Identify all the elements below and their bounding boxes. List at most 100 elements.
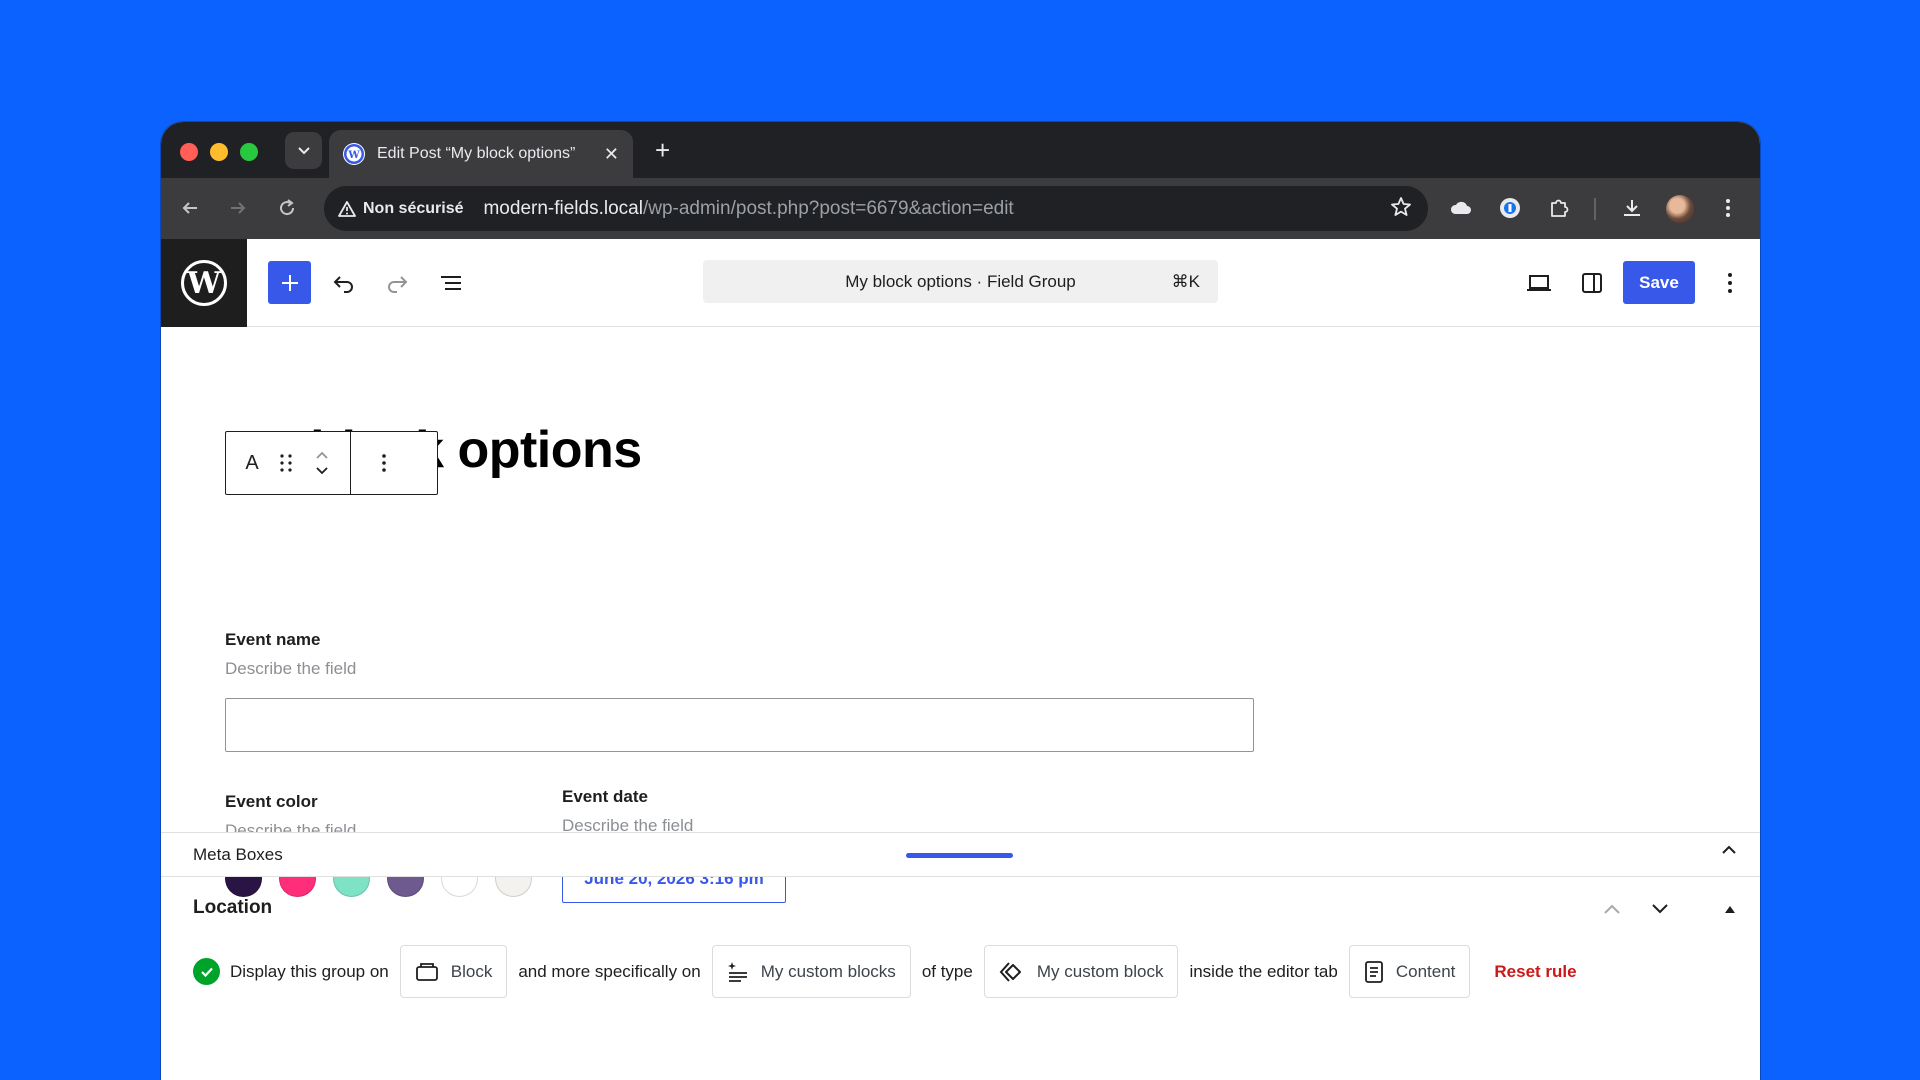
omnibox[interactable]: Non sécurisé modern-fields.local/wp-admi…: [324, 186, 1428, 231]
custom-blocks-chip-label: My custom blocks: [760, 961, 896, 981]
minimize-window-button[interactable]: [210, 143, 228, 161]
wordpress-favicon-icon: W: [343, 143, 365, 165]
block-options-button[interactable]: [351, 443, 416, 483]
triangle-up-icon: [1725, 906, 1735, 913]
command-palette-bar[interactable]: My block options · Field Group ⌘K: [703, 260, 1218, 303]
editor-toolbar: W My block options · Field Group ⌘K Save: [161, 239, 1760, 327]
block-toolbar-group: A: [226, 432, 351, 494]
close-tab-icon[interactable]: ✕: [604, 144, 619, 165]
more-vertical-icon: [1727, 272, 1732, 293]
svg-text:W: W: [347, 150, 360, 161]
chevron-up-icon: [1604, 904, 1620, 914]
custom-block-chip-label: My custom block: [1036, 961, 1164, 981]
forward-button[interactable]: [222, 192, 254, 224]
chevron-down-icon[interactable]: [314, 466, 330, 476]
drag-handle[interactable]: [268, 443, 304, 483]
address-bar: Non sécurisé modern-fields.local/wp-admi…: [161, 178, 1760, 239]
wordpress-logo-icon: W: [181, 260, 227, 306]
back-button[interactable]: [174, 192, 206, 224]
block-toolbar-group: [351, 432, 416, 494]
extensions-puzzle-icon[interactable]: [1543, 192, 1575, 224]
rule-text-more: and more specifically on: [518, 961, 701, 981]
chevron-up-icon[interactable]: [1720, 843, 1738, 861]
custom-blocks-icon: [727, 961, 747, 982]
content-tab-chip-label: Content: [1395, 961, 1456, 981]
redo-icon: [387, 275, 407, 293]
chevron-down-icon: [1652, 904, 1668, 914]
close-window-button[interactable]: [180, 143, 198, 161]
browser-tab-active[interactable]: W Edit Post “My block options” ✕: [329, 130, 633, 178]
wordpress-logo-button[interactable]: W: [161, 239, 247, 327]
extension-cloud-icon[interactable]: [1445, 192, 1477, 224]
arrow-right-icon: [231, 202, 246, 214]
new-tab-icon[interactable]: +: [655, 134, 670, 166]
warning-icon: [338, 200, 356, 217]
security-badge[interactable]: Non sécurisé: [338, 200, 463, 218]
event-color-label: Event color: [225, 792, 318, 811]
profile-avatar[interactable]: [1666, 195, 1694, 223]
document-overview-button[interactable]: [429, 261, 472, 304]
security-label: Non sécurisé: [363, 199, 464, 217]
location-rule-row: Display this group on Block and more spe…: [193, 945, 1577, 998]
save-button[interactable]: Save: [1623, 261, 1695, 304]
block-toolbar: A: [225, 431, 438, 495]
toggle-panel-button[interactable]: [1715, 894, 1745, 924]
options-menu-button[interactable]: [1708, 261, 1751, 304]
drag-handle-icon: [280, 454, 292, 472]
bookmark-star-icon[interactable]: [1390, 196, 1412, 223]
reload-icon: [280, 199, 295, 216]
move-up-button[interactable]: [1597, 894, 1627, 924]
meta-boxes-header[interactable]: Meta Boxes: [161, 832, 1760, 877]
event-name-input[interactable]: [225, 698, 1254, 752]
url-path: /wp-admin/post.php?post=6679&action=edit: [642, 197, 1014, 219]
document-title: My block options · Field Group: [845, 271, 1076, 291]
check-circle-icon: [193, 958, 220, 985]
event-date-label: Event date: [562, 787, 648, 806]
url-host: modern-fields.local: [483, 197, 643, 219]
content-tab-chip[interactable]: Content: [1348, 945, 1471, 998]
rule-text-of-type: of type: [921, 961, 973, 981]
tab-bar: W Edit Post “My block options” ✕ +: [161, 122, 1760, 178]
custom-blocks-chip[interactable]: My custom blocks: [711, 945, 911, 998]
editor-canvas: My block options A Event name Describe t…: [161, 328, 1760, 903]
desktop-icon: [1526, 274, 1551, 291]
command-shortcut: ⌘K: [1171, 271, 1200, 291]
custom-block-chip[interactable]: My custom block: [983, 945, 1179, 998]
move-down-button[interactable]: [1645, 894, 1675, 924]
browser-window: W Edit Post “My block options” ✕ + Non s…: [161, 122, 1760, 1080]
chevron-down-icon: [297, 146, 310, 154]
plus-icon: [281, 274, 298, 291]
settings-sidebar-button[interactable]: [1570, 261, 1613, 304]
location-panel-title[interactable]: Location: [193, 897, 272, 919]
document-icon: [1364, 960, 1383, 983]
browser-menu-icon[interactable]: [1712, 192, 1744, 224]
sidebar-icon: [1581, 272, 1602, 293]
block-type-button[interactable]: A: [236, 443, 268, 483]
block-mover[interactable]: [304, 443, 340, 483]
reload-button[interactable]: [271, 192, 303, 224]
block-chip-label: Block: [450, 961, 493, 981]
tab-search-button[interactable]: [285, 132, 322, 169]
tab-title: Edit Post “My block options”: [377, 145, 576, 162]
extension-password-icon[interactable]: [1494, 192, 1526, 224]
custom-block-icon: [999, 961, 1021, 982]
block-chip[interactable]: Block: [399, 945, 508, 998]
event-name-label: Event name: [225, 630, 321, 649]
chevron-up-icon[interactable]: [314, 450, 330, 460]
url-text[interactable]: modern-fields.local/wp-admin/post.php?po…: [483, 198, 1013, 220]
block-inserter-button[interactable]: [268, 261, 311, 304]
meta-boxes-resize-handle[interactable]: [906, 853, 1013, 858]
more-vertical-icon: [381, 454, 386, 472]
preview-button[interactable]: [1517, 261, 1560, 304]
maximize-window-button[interactable]: [240, 143, 258, 161]
undo-button[interactable]: [322, 261, 365, 304]
downloads-icon[interactable]: [1616, 192, 1648, 224]
meta-boxes-title: Meta Boxes: [193, 845, 283, 864]
rule-text-display: Display this group on: [230, 961, 389, 981]
block-icon: [415, 962, 438, 981]
event-name-help: Describe the field: [225, 659, 357, 678]
reset-rule-link[interactable]: Reset rule: [1494, 962, 1576, 982]
redo-button[interactable]: [375, 261, 418, 304]
list-view-icon: [440, 275, 461, 290]
undo-icon: [333, 275, 353, 293]
